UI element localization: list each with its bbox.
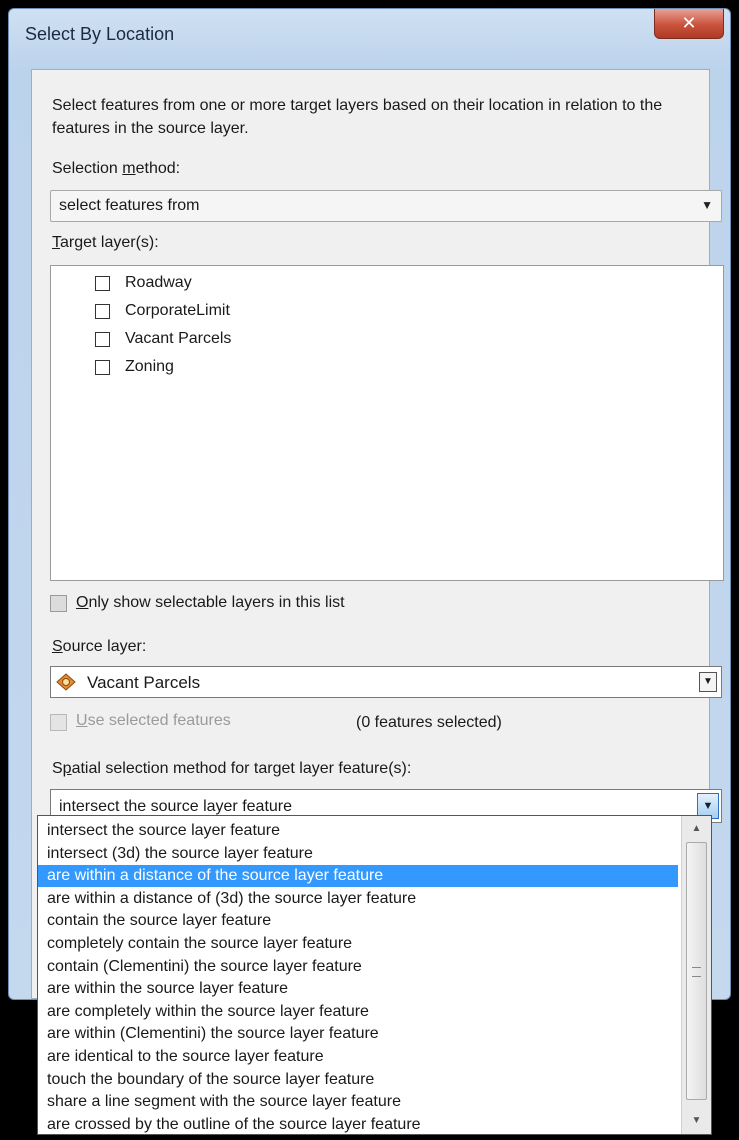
list-item[interactable]: are within a distance of (3d) the source…	[38, 888, 678, 910]
scrollbar-thumb[interactable]	[686, 842, 707, 1100]
layer-label: CorporateLimit	[125, 302, 230, 319]
list-item[interactable]: are within the source layer feature	[38, 978, 678, 1000]
use-selected-checkbox[interactable]	[50, 714, 67, 731]
list-item[interactable]: share a line segment with the source lay…	[38, 1091, 678, 1113]
use-selected-label: Use selected features	[76, 712, 231, 729]
vertical-scrollbar[interactable]: ▲ ▼	[681, 816, 711, 1134]
list-item[interactable]: touch the boundary of the source layer f…	[38, 1069, 678, 1091]
spatial-method-value: intersect the source layer feature	[59, 798, 293, 815]
title-bar[interactable]: Select By Location ✕	[9, 9, 730, 59]
selection-method-value: select features from	[59, 197, 200, 214]
list-item[interactable]: are crossed by the outline of the source…	[38, 1114, 678, 1134]
list-item[interactable]: intersect the source layer feature	[38, 820, 678, 842]
list-item[interactable]: contain (Clementini) the source layer fe…	[38, 956, 678, 978]
target-layers-label: Target layer(s):	[52, 234, 159, 251]
spatial-method-label: Spatial selection method for target laye…	[52, 760, 412, 777]
list-item[interactable]: completely contain the source layer feat…	[38, 933, 678, 955]
chevron-down-icon[interactable]: ▼	[699, 672, 717, 692]
dialog-description: Select features from one or more target …	[52, 97, 663, 137]
scroll-down-icon[interactable]: ▼	[682, 1110, 711, 1132]
list-item[interactable]: are completely within the source layer f…	[38, 1001, 678, 1023]
dialog-title: Select By Location	[25, 24, 175, 44]
source-layer-dropdown[interactable]: Vacant Parcels ▼	[50, 666, 722, 698]
layer-checkbox[interactable]	[95, 332, 110, 347]
selection-method-dropdown[interactable]: select features from ▼	[50, 190, 722, 222]
selection-method-label: Selection method:	[52, 160, 181, 177]
list-item-selected[interactable]: are within a distance of the source laye…	[38, 865, 678, 888]
only-selectable-label: Only show selectable layers in this list	[76, 594, 345, 611]
target-layers-list[interactable]: Roadway CorporateLimit Vacant Parcels Zo…	[50, 265, 724, 581]
layer-checkbox[interactable]	[95, 304, 110, 319]
spatial-method-options-list[interactable]: intersect the source layer feature inters…	[37, 815, 712, 1135]
polygon-layer-icon	[56, 673, 76, 691]
features-selected-count: (0 features selected)	[356, 714, 502, 731]
grip-icon	[692, 967, 701, 977]
list-item[interactable]: contain the source layer feature	[38, 910, 678, 932]
list-item[interactable]: are identical to the source layer featur…	[38, 1046, 678, 1068]
list-item[interactable]: intersect (3d) the source layer feature	[38, 843, 678, 865]
layer-checkbox[interactable]	[95, 360, 110, 375]
layer-label: Roadway	[125, 274, 192, 291]
scroll-up-icon[interactable]: ▲	[682, 818, 711, 840]
close-icon: ✕	[681, 13, 697, 33]
close-button[interactable]: ✕	[654, 9, 724, 39]
chevron-down-icon: ▼	[701, 198, 713, 212]
layer-label: Zoning	[125, 358, 174, 375]
source-layer-value: Vacant Parcels	[87, 673, 201, 692]
layer-checkbox[interactable]	[95, 276, 110, 291]
list-item[interactable]: are within (Clementini) the source layer…	[38, 1023, 678, 1045]
layer-label: Vacant Parcels	[125, 330, 232, 347]
source-layer-label: Source layer:	[52, 638, 147, 655]
only-selectable-checkbox[interactable]	[50, 595, 67, 612]
